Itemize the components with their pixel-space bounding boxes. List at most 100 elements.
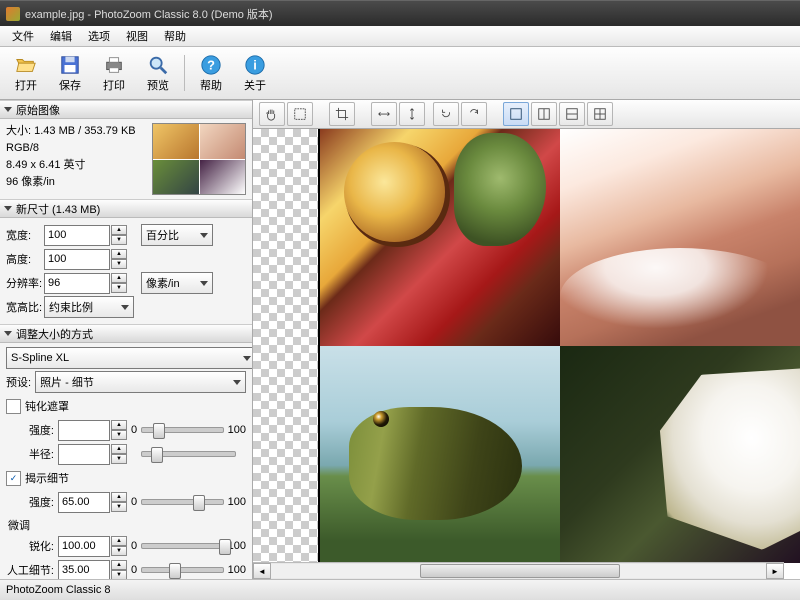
crop-tool[interactable] [329, 102, 355, 126]
print-button[interactable]: 打印 [93, 50, 135, 96]
caret-down-icon [4, 331, 12, 336]
height-spinner[interactable]: ▲▼ [111, 249, 127, 269]
marquee-tool[interactable] [287, 102, 313, 126]
unit-combo[interactable]: 百分比 [141, 224, 213, 246]
checker-bg [253, 129, 318, 563]
artifact-slider[interactable] [141, 567, 224, 573]
preview-toolbar [253, 100, 800, 129]
view-single-button[interactable] [503, 102, 529, 126]
about-button[interactable]: i 关于 [234, 50, 276, 96]
view-split-v-button[interactable] [559, 102, 585, 126]
view-split-h-icon [537, 107, 551, 121]
sidebar: 原始图像 大小: 1.43 MB / 353.79 KB RGB/8 8.49 … [0, 100, 253, 579]
svg-text:i: i [253, 57, 257, 72]
save-button[interactable]: 保存 [49, 50, 91, 96]
reveal-checkbox[interactable]: ✓ [6, 471, 21, 486]
panel-original-header[interactable]: 原始图像 [0, 100, 252, 119]
panel-newsize: 宽度: ▲▼ 百分比 高度: ▲▼ 分辨率: ▲▼ 像素/in 宽高比: 约束比… [0, 218, 252, 324]
scroll-left-button[interactable]: ◄ [253, 563, 271, 579]
preview-quadrant-frog [320, 346, 560, 563]
rotate-right-icon [467, 107, 481, 121]
intensity-slider[interactable] [141, 427, 224, 433]
rotate-right-button[interactable] [461, 102, 487, 126]
unsharp-checkbox[interactable] [6, 399, 21, 414]
preview-canvas[interactable] [318, 129, 800, 563]
window-title: example.jpg - PhotoZoom Classic 8.0 (Dem… [25, 6, 273, 22]
hand-tool[interactable] [259, 102, 285, 126]
horizontal-scrollbar[interactable]: ◄ ► [253, 562, 784, 579]
menu-view[interactable]: 视图 [118, 26, 156, 46]
radius-input[interactable] [58, 444, 110, 465]
resolution-spinner[interactable]: ▲▼ [111, 273, 127, 293]
panel-resize: S-Spline XL 预设: 照片 - 细节 钝化遮罩 强度: ▲▼ 0 10… [0, 343, 252, 579]
finetune-label: 微调 [8, 517, 246, 533]
artifact-spinner[interactable]: ▲▼ [111, 560, 127, 579]
main-area: ◄ ► [253, 100, 800, 579]
hand-icon [265, 107, 279, 121]
reveal-intensity-slider[interactable] [141, 499, 224, 505]
chevron-down-icon [200, 281, 208, 286]
artifact-label: 人工细节: [6, 562, 58, 578]
intensity-input[interactable] [58, 420, 110, 441]
reveal-intensity-spinner[interactable]: ▲▼ [111, 492, 127, 512]
flip-h-button[interactable] [371, 102, 397, 126]
menu-options[interactable]: 选项 [80, 26, 118, 46]
chevron-down-icon [233, 380, 241, 385]
thumbnail[interactable] [152, 123, 246, 195]
status-text: PhotoZoom Classic 8 [6, 584, 111, 596]
reveal-intensity-input[interactable] [58, 492, 110, 513]
height-label: 高度: [6, 251, 44, 267]
resolution-input[interactable] [44, 273, 110, 294]
preview-button[interactable]: 预览 [137, 50, 179, 96]
radius-slider[interactable] [141, 451, 236, 457]
help-button[interactable]: ? 帮助 [190, 50, 232, 96]
intensity-label: 强度: [6, 422, 58, 438]
toolbar-separator [184, 55, 185, 91]
width-input[interactable] [44, 225, 110, 246]
resolution-unit-combo[interactable]: 像素/in [141, 272, 213, 294]
height-input[interactable] [44, 249, 110, 270]
view-quad-button[interactable] [587, 102, 613, 126]
artifact-input[interactable] [58, 560, 110, 580]
sharpen-slider[interactable] [141, 543, 224, 549]
sharpen-input[interactable] [58, 536, 110, 557]
panel-resize-header[interactable]: 调整大小的方式 [0, 324, 252, 343]
original-size: 大小: 1.43 MB / 353.79 KB [6, 123, 152, 140]
width-spinner[interactable]: ▲▼ [111, 225, 127, 245]
scroll-thumb[interactable] [420, 564, 620, 578]
preset-combo[interactable]: 照片 - 细节 [35, 371, 246, 393]
ratio-combo[interactable]: 约束比例 [44, 296, 134, 318]
original-dpi: 96 像素/in [6, 174, 152, 191]
menu-edit[interactable]: 编辑 [42, 26, 80, 46]
app-icon [6, 7, 20, 21]
preview-quadrant-flower [560, 346, 800, 563]
menu-help[interactable]: 帮助 [156, 26, 194, 46]
chevron-down-icon [200, 233, 208, 238]
chevron-down-icon [243, 356, 251, 361]
panel-original: 大小: 1.43 MB / 353.79 KB RGB/8 8.49 x 6.4… [0, 119, 252, 199]
original-mode: RGB/8 [6, 140, 152, 157]
rotate-left-button[interactable] [433, 102, 459, 126]
svg-text:?: ? [207, 57, 215, 72]
open-button[interactable]: 打开 [5, 50, 47, 96]
menu-file[interactable]: 文件 [4, 26, 42, 46]
radius-spinner[interactable]: ▲▼ [111, 444, 127, 464]
preset-label: 预设: [6, 374, 31, 390]
status-bar: PhotoZoom Classic 8 [0, 579, 800, 600]
scroll-right-button[interactable]: ► [766, 563, 784, 579]
view-single-icon [509, 107, 523, 121]
crop-icon [335, 107, 349, 121]
sharpen-spinner[interactable]: ▲▼ [111, 536, 127, 556]
view-split-h-button[interactable] [531, 102, 557, 126]
title-bar: example.jpg - PhotoZoom Classic 8.0 (Dem… [0, 0, 800, 26]
floppy-icon [59, 54, 81, 76]
flip-v-icon [405, 107, 419, 121]
ratio-label: 宽高比: [6, 299, 44, 315]
panel-newsize-header[interactable]: 新尺寸 (1.43 MB) [0, 199, 252, 218]
workspace: 原始图像 大小: 1.43 MB / 353.79 KB RGB/8 8.49 … [0, 100, 800, 579]
reveal-intensity-label: 强度: [6, 494, 58, 510]
intensity-spinner[interactable]: ▲▼ [111, 420, 127, 440]
flip-v-button[interactable] [399, 102, 425, 126]
method-combo[interactable]: S-Spline XL [6, 347, 252, 369]
preview-quadrant-fruit [320, 129, 560, 346]
